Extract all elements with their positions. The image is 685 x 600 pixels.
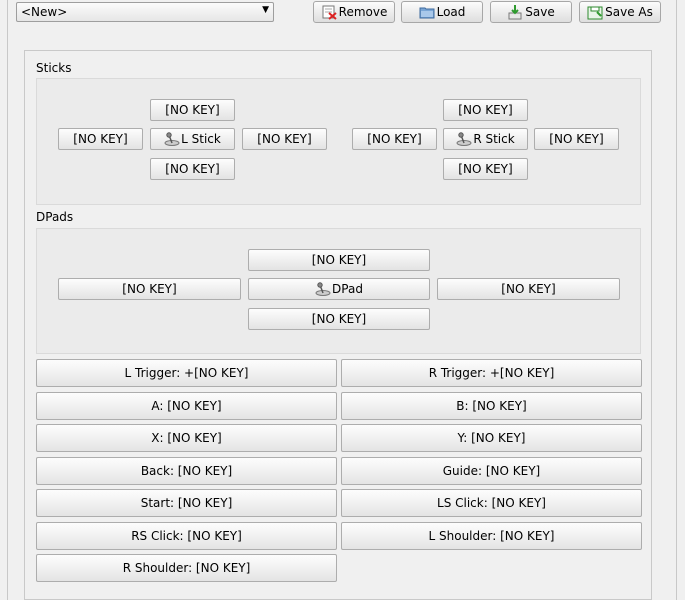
window-left-border bbox=[0, 0, 8, 600]
left-stick-up-key[interactable]: [NO KEY] bbox=[150, 99, 235, 121]
l-trigger-mapping[interactable]: L Trigger: +[NO KEY] bbox=[36, 359, 337, 387]
rs-click-mapping[interactable]: RS Click: [NO KEY] bbox=[36, 522, 337, 550]
right-stick-label: R Stick bbox=[473, 132, 515, 146]
y-button-mapping[interactable]: Y: [NO KEY] bbox=[341, 424, 642, 452]
right-stick-down-key[interactable]: [NO KEY] bbox=[443, 158, 528, 180]
remove-label: Remove bbox=[338, 5, 388, 19]
save-as-icon bbox=[587, 6, 603, 20]
start-button-mapping[interactable]: Start: [NO KEY] bbox=[36, 489, 337, 517]
dpads-group-label: DPads bbox=[36, 210, 74, 224]
remove-button[interactable]: Remove bbox=[313, 1, 395, 23]
right-stick-up-key[interactable]: [NO KEY] bbox=[443, 99, 528, 121]
profile-dropdown-value: <New> bbox=[21, 5, 68, 19]
joystick-icon bbox=[315, 282, 331, 296]
save-button[interactable]: Save bbox=[490, 1, 572, 23]
ls-click-mapping[interactable]: LS Click: [NO KEY] bbox=[341, 489, 642, 517]
left-stick-right-key[interactable]: [NO KEY] bbox=[242, 128, 327, 150]
r-shoulder-mapping[interactable]: R Shoulder: [NO KEY] bbox=[36, 554, 337, 582]
dpad-up-key[interactable]: [NO KEY] bbox=[248, 249, 430, 271]
guide-button-mapping[interactable]: Guide: [NO KEY] bbox=[341, 457, 642, 485]
right-stick-right-key[interactable]: [NO KEY] bbox=[534, 128, 619, 150]
remove-icon bbox=[322, 5, 337, 20]
profile-dropdown[interactable]: <New> ▼ bbox=[16, 2, 274, 22]
left-stick-button[interactable]: L Stick bbox=[150, 128, 235, 150]
joystick-icon bbox=[456, 132, 472, 146]
dpad-right-key[interactable]: [NO KEY] bbox=[437, 278, 620, 300]
right-stick-left-key[interactable]: [NO KEY] bbox=[352, 128, 437, 150]
window-right-border bbox=[676, 0, 685, 600]
load-button[interactable]: Load bbox=[401, 1, 483, 23]
x-button-mapping[interactable]: X: [NO KEY] bbox=[36, 424, 337, 452]
dpad-button[interactable]: DPad bbox=[248, 278, 430, 300]
back-button-mapping[interactable]: Back: [NO KEY] bbox=[36, 457, 337, 485]
chevron-down-icon: ▼ bbox=[262, 5, 269, 15]
joystick-icon bbox=[164, 132, 180, 146]
dpad-left-key[interactable]: [NO KEY] bbox=[58, 278, 241, 300]
b-button-mapping[interactable]: B: [NO KEY] bbox=[341, 392, 642, 420]
sticks-group-label: Sticks bbox=[36, 61, 72, 75]
r-trigger-mapping[interactable]: R Trigger: +[NO KEY] bbox=[341, 359, 642, 387]
save-label: Save bbox=[525, 5, 555, 19]
left-stick-down-key[interactable]: [NO KEY] bbox=[150, 158, 235, 180]
folder-icon bbox=[419, 7, 435, 19]
right-stick-button[interactable]: R Stick bbox=[443, 128, 528, 150]
save-icon bbox=[508, 5, 522, 20]
dpad-down-key[interactable]: [NO KEY] bbox=[248, 308, 430, 330]
load-label: Load bbox=[436, 5, 466, 19]
save-as-label: Save As bbox=[605, 5, 653, 19]
save-as-button[interactable]: Save As bbox=[579, 1, 661, 23]
left-stick-left-key[interactable]: [NO KEY] bbox=[58, 128, 143, 150]
dpad-label: DPad bbox=[332, 282, 363, 296]
l-shoulder-mapping[interactable]: L Shoulder: [NO KEY] bbox=[341, 522, 642, 550]
a-button-mapping[interactable]: A: [NO KEY] bbox=[36, 392, 337, 420]
left-stick-label: L Stick bbox=[181, 132, 221, 146]
